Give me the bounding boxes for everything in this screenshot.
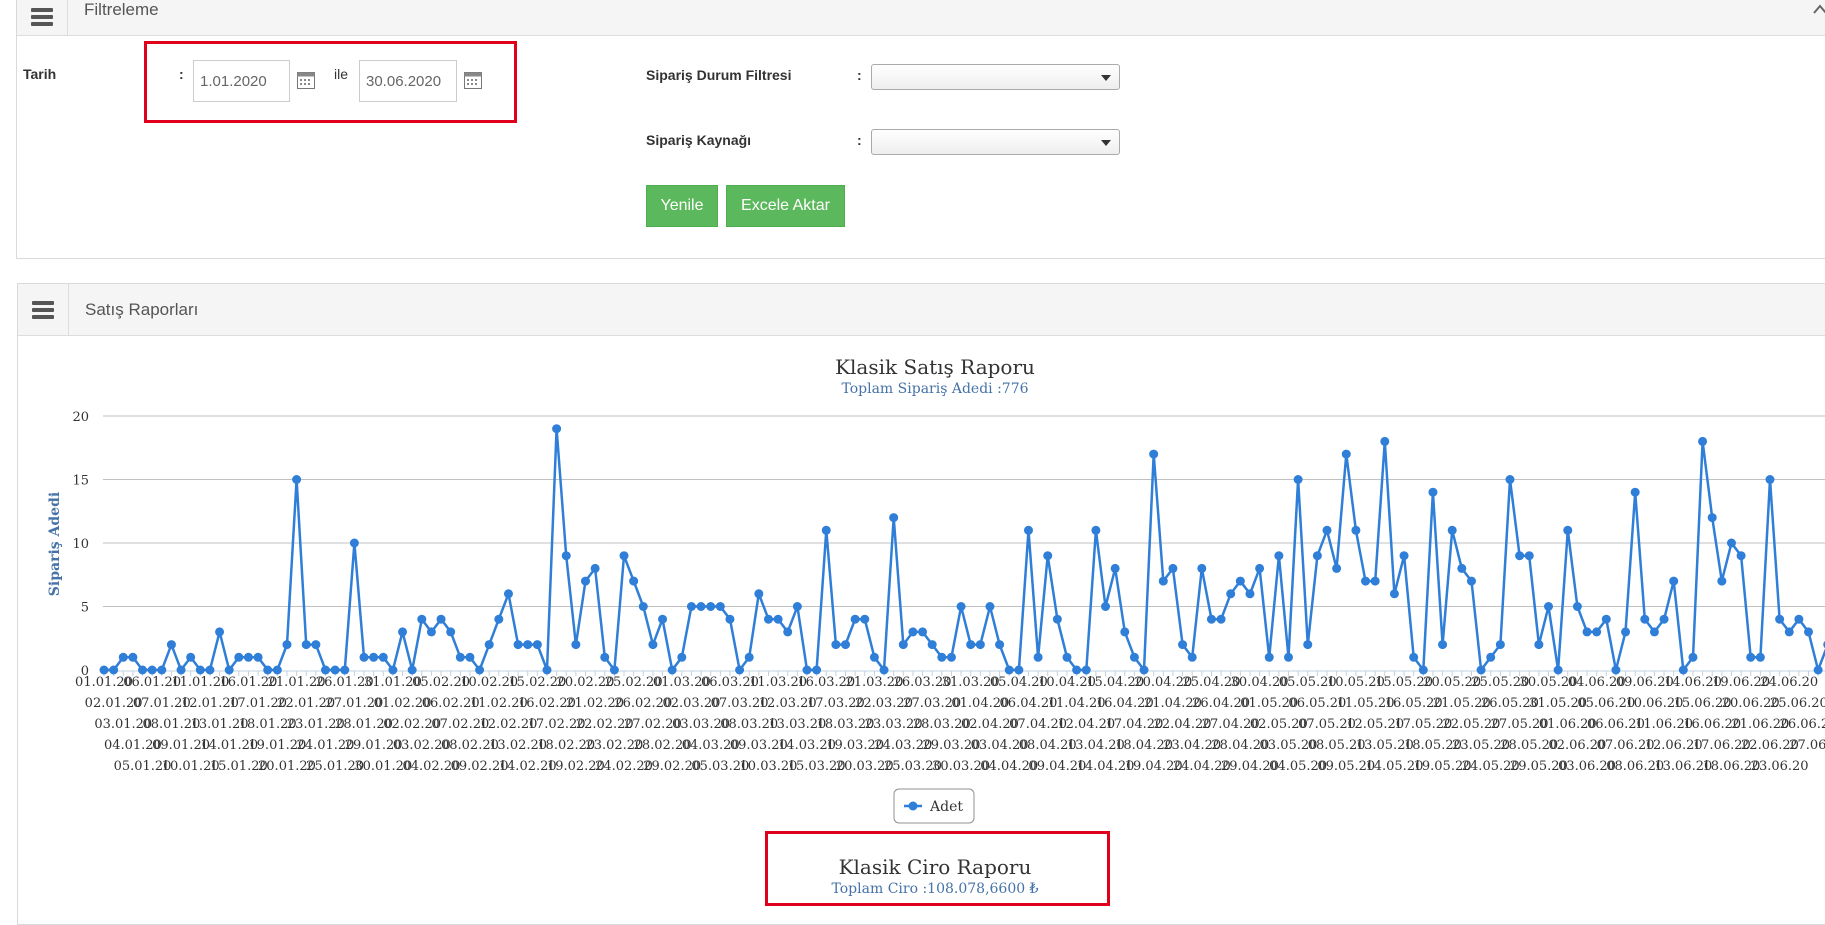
- revenue-report-subtitle: Toplam Ciro :108.078,6600 ₺: [832, 881, 1039, 897]
- revenue-report-heading: Klasik Ciro Raporu Toplam Ciro :108.078,…: [0, 0, 1825, 901]
- revenue-report-title: Klasik Ciro Raporu: [839, 855, 1032, 879]
